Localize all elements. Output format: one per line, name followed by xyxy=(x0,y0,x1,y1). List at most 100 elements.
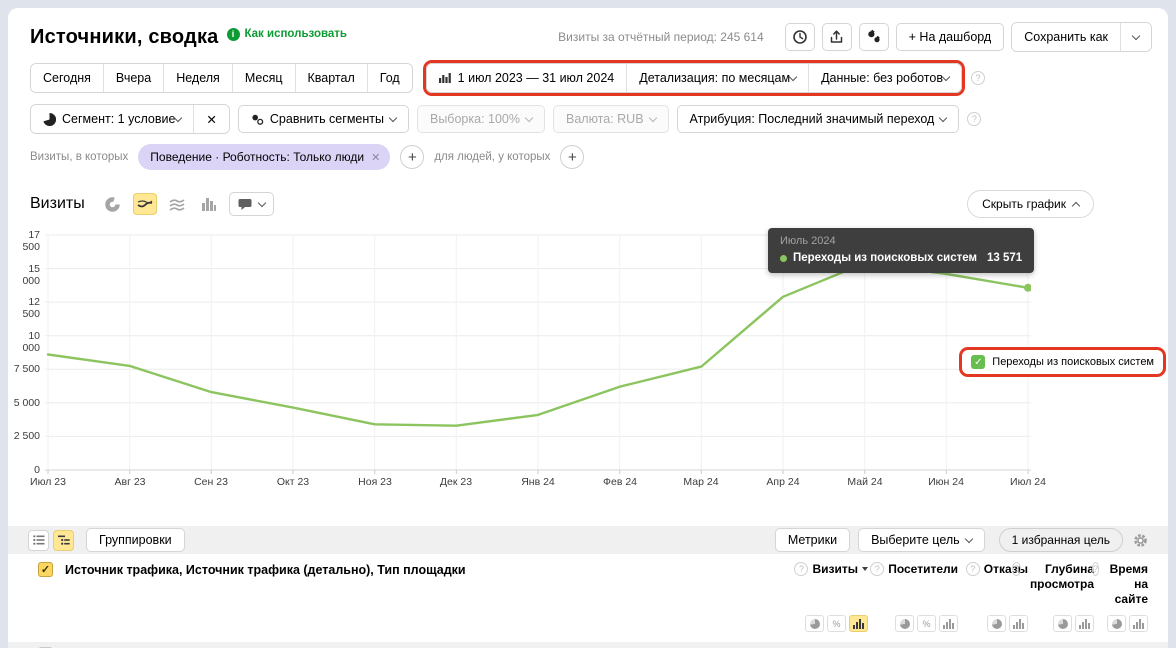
groupings-button[interactable]: Группировки xyxy=(86,528,185,552)
percent-toggle[interactable]: % xyxy=(827,615,846,632)
history-button[interactable] xyxy=(785,23,815,51)
pie-toggle[interactable] xyxy=(987,615,1006,632)
chart-metric-label: Визиты xyxy=(30,195,85,213)
save-as-dropdown[interactable] xyxy=(1120,23,1151,51)
flat-list-view-button[interactable] xyxy=(28,530,49,551)
data-mode-button[interactable]: Данные: без роботов xyxy=(808,64,961,92)
pie-toggle[interactable] xyxy=(895,615,914,632)
to-dashboard-button[interactable]: + На дашборд xyxy=(896,23,1005,51)
hide-chart-button[interactable]: Скрыть график xyxy=(967,190,1094,218)
percent-toggle[interactable]: % xyxy=(917,615,936,632)
y-axis-label: 17 500 xyxy=(8,229,40,253)
column-header-time[interactable]: ?Время на сайте xyxy=(1092,562,1148,607)
x-axis-label: Окт 23 xyxy=(277,476,309,488)
table-toolbar: Группировки Метрики Выберите цель 1 избр… xyxy=(8,526,1168,554)
data-mode-label: Данные: без роботов xyxy=(821,71,943,85)
add-people-condition-button[interactable]: + xyxy=(560,145,584,169)
y-axis-label: 0 xyxy=(8,464,40,476)
sampling-button[interactable]: Выборка: 100% xyxy=(417,105,545,133)
tree-view-button[interactable] xyxy=(53,530,74,551)
visits-chart[interactable]: 17 50015 00012 50010 0007 5005 0002 5000… xyxy=(8,228,1168,500)
help-icon[interactable]: ? xyxy=(967,112,981,126)
bars-toggle[interactable] xyxy=(1009,615,1028,632)
legend-checkbox[interactable]: ✓ xyxy=(971,355,985,369)
bars-toggle[interactable] xyxy=(939,615,958,632)
help-icon[interactable]: ? xyxy=(966,562,980,576)
people-filter-label: для людей, у которых xyxy=(434,151,550,163)
pie-toggle[interactable] xyxy=(1107,615,1126,632)
dimension-header: Источник трафика, Источник трафика (дета… xyxy=(65,563,466,577)
favorite-goal-pill[interactable]: 1 избранная цель xyxy=(999,528,1123,552)
preset-today[interactable]: Сегодня xyxy=(31,64,103,92)
attribution-button[interactable]: Атрибуция: Последний значимый переход xyxy=(677,105,960,133)
x-axis-label: Мар 24 xyxy=(683,476,718,488)
save-as-button[interactable]: Сохранить как xyxy=(1012,23,1120,51)
y-axis-label: 15 000 xyxy=(8,263,40,287)
annotations-button[interactable] xyxy=(229,192,274,216)
column-header-depth[interactable]: ? Глубина просмотра xyxy=(1012,562,1094,592)
help-icon[interactable]: ? xyxy=(1012,562,1021,576)
column-label: Глубина просмотра xyxy=(1025,562,1094,592)
segment-button[interactable]: Сегмент: 1 условие xyxy=(31,105,193,133)
help-icon[interactable]: ? xyxy=(1092,562,1100,576)
x-axis-label: Фев 24 xyxy=(603,476,637,488)
line-chart-type-icon[interactable] xyxy=(133,193,157,215)
export-button[interactable] xyxy=(822,23,852,51)
filter-bar: Визиты, в которых Поведение · Роботность… xyxy=(30,144,1146,170)
tooltip-series-label: Переходы из поисковых систем xyxy=(793,252,977,264)
detalization-label: Детализация: по месяцам xyxy=(639,71,790,85)
close-icon[interactable]: ✕ xyxy=(371,151,380,164)
column-header-visitors[interactable]: ?Посетители xyxy=(870,562,958,577)
chevron-down-icon xyxy=(789,72,797,80)
area-chart-type-icon[interactable] xyxy=(165,193,189,215)
compare-segments-button[interactable]: Сравнить сегменты xyxy=(238,105,409,133)
chevron-down-icon xyxy=(525,113,533,121)
column-header-visits[interactable]: ?Визиты xyxy=(794,562,868,577)
column-chart-type-icon[interactable] xyxy=(197,193,221,215)
y-axis-label: 2 500 xyxy=(8,430,40,442)
metrics-button[interactable]: Метрики xyxy=(775,528,850,552)
pie-chart-type-icon[interactable] xyxy=(101,193,125,215)
how-to-use-link[interactable]: Как использовать xyxy=(245,28,348,40)
table-row-totals[interactable]: Итого и средние 218 744 145 577 25,56 % … xyxy=(8,642,1168,648)
x-axis-label: Май 24 xyxy=(847,476,882,488)
gear-icon[interactable] xyxy=(1133,533,1148,548)
pie-toggle[interactable] xyxy=(805,615,824,632)
chevron-down-icon xyxy=(648,113,656,121)
series-dot-icon xyxy=(780,255,787,262)
info-icon: i xyxy=(227,28,240,41)
preset-month[interactable]: Месяц xyxy=(232,64,295,92)
preset-quarter[interactable]: Квартал xyxy=(295,64,367,92)
date-range-button[interactable]: 1 июл 2023 — 31 июл 2024 xyxy=(427,64,627,92)
help-icon[interactable]: ? xyxy=(794,562,808,576)
period-bar: Сегодня Вчера Неделя Месяц Квартал Год 1… xyxy=(30,60,1146,96)
behavior-filter-chip[interactable]: Поведение · Роботность: Только люди ✕ xyxy=(138,144,390,170)
preset-year[interactable]: Год xyxy=(367,64,412,92)
tooltip-value: 13 571 xyxy=(987,252,1022,264)
comment-icon xyxy=(238,198,252,211)
detalization-button[interactable]: Детализация: по месяцам xyxy=(626,64,808,92)
compare-segments-label: Сравнить сегменты xyxy=(270,112,384,126)
chevron-down-icon xyxy=(939,113,947,121)
select-all-checkbox[interactable]: ✓ xyxy=(38,562,53,577)
bars-toggle[interactable] xyxy=(849,615,868,632)
hide-chart-label: Скрыть график xyxy=(982,197,1066,211)
choose-goal-button[interactable]: Выберите цель xyxy=(858,528,985,552)
pie-toggle[interactable] xyxy=(1053,615,1072,632)
preset-yesterday[interactable]: Вчера xyxy=(103,64,163,92)
add-visit-condition-button[interactable]: + xyxy=(400,145,424,169)
segment-clear-button[interactable]: ✕ xyxy=(193,105,228,133)
export-icon xyxy=(829,29,844,45)
column-label: Время на сайте xyxy=(1103,562,1148,607)
chevron-down-icon xyxy=(257,198,265,206)
bars-toggle[interactable] xyxy=(1075,615,1094,632)
help-icon[interactable]: ? xyxy=(971,71,985,85)
compare-drops-icon xyxy=(251,113,264,126)
help-icon[interactable]: ? xyxy=(870,562,884,576)
segment-group: Сегмент: 1 условие ✕ xyxy=(30,104,230,134)
segments-button[interactable] xyxy=(859,23,889,51)
y-axis-label: 12 500 xyxy=(8,296,40,320)
currency-button[interactable]: Валюта: RUB xyxy=(553,105,669,133)
preset-week[interactable]: Неделя xyxy=(163,64,232,92)
bars-toggle[interactable] xyxy=(1129,615,1148,632)
